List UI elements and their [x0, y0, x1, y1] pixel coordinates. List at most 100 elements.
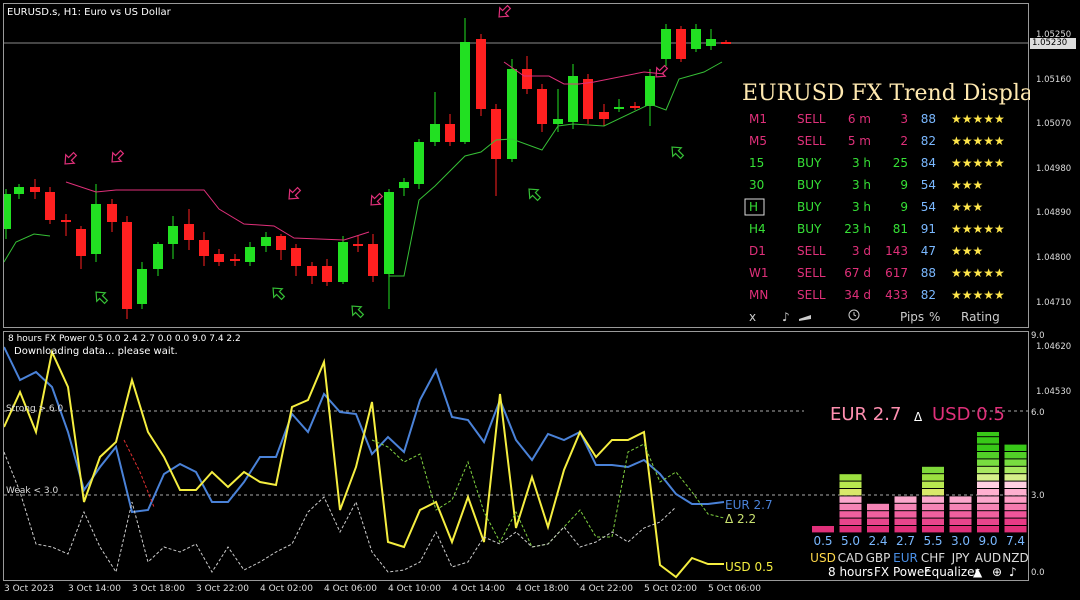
trend-row-h4: H4 BUY 23 h 81 91 ★★★★★: [749, 222, 1005, 236]
currency-strength-value: 0.5: [813, 534, 832, 548]
sell-arrow-icon: [64, 151, 78, 165]
trend-signal: SELL: [797, 134, 826, 148]
currency-label-eur: EUR: [893, 551, 918, 565]
mode-label[interactable]: Equalizer: [924, 565, 980, 579]
candle-body: [599, 112, 609, 119]
candle-body: [568, 76, 578, 122]
candle-body: [614, 107, 624, 109]
trend-close-button[interactable]: x: [749, 310, 756, 324]
equalizer-segment: [922, 474, 944, 481]
crosshair-icon[interactable]: ⊕: [992, 565, 1002, 579]
candle-body: [630, 106, 640, 108]
equalizer-segment: [922, 481, 944, 488]
candle-body: [199, 240, 209, 256]
equalizer-segment: [894, 518, 917, 525]
trend-rating: ★★★: [951, 178, 983, 192]
equalizer-segment: [949, 526, 972, 533]
candle-body: [76, 229, 86, 256]
buy-arrow-icon-shape: [95, 291, 109, 305]
trend-percent: 91: [921, 222, 936, 236]
equalizer-segment: [867, 511, 889, 518]
clock-icon: [848, 309, 860, 321]
candle-body: [476, 39, 486, 109]
time-tick-label: 4 Oct 02:00: [260, 584, 313, 594]
candle-body: [137, 269, 147, 304]
trend-row-15: 15 BUY 3 h 25 84 ★★★★★: [749, 156, 1005, 170]
currency-strength-value: 2.7: [896, 534, 915, 548]
current-price-label: 1.05230: [1030, 38, 1076, 49]
equalizer-segment: [894, 503, 917, 511]
candle-body: [184, 224, 194, 240]
equalizer-segment: [1004, 481, 1027, 488]
candle-body: [122, 222, 132, 309]
delta-line: [371, 439, 725, 548]
time-axis: 3 Oct 2023 3 Oct 14:00 3 Oct 18:00 3 Oct 22…: [0, 581, 1080, 600]
trend-row-30: 30 BUY 3 h 9 54 ★★★: [749, 178, 983, 192]
equalizer-segment: [839, 526, 862, 533]
trend-pips: 617: [885, 266, 908, 280]
candle-body: [414, 142, 424, 184]
candle-body: [430, 124, 440, 142]
up-arrow-icon[interactable]: ▲: [973, 565, 983, 579]
trend-timeframe: 30: [749, 178, 764, 192]
candle-body: [721, 42, 731, 44]
trend-percent: 84: [921, 156, 936, 170]
equalizer-segment: [1004, 511, 1027, 518]
indicator-axis: 9.0 6.0 3.0 0.0: [1028, 331, 1080, 581]
sell-arrow-icon-shape: [111, 149, 125, 163]
candle-body: [168, 226, 178, 244]
equalizer-segment: [894, 496, 917, 503]
candle-body: [706, 39, 716, 46]
trend-row-d1: D1 SELL 3 d 143 47 ★★★: [749, 244, 983, 258]
buy-arrow-icon: [351, 305, 365, 319]
trend-row-m5: M5 SELL 5 m 2 82 ★★★★★: [749, 134, 1005, 148]
equalizer-segment: [1004, 503, 1027, 511]
candle-body: [322, 266, 332, 282]
trend-signal: SELL: [797, 244, 826, 258]
trend-duration: 34 d: [844, 288, 871, 302]
candle-body: [491, 109, 501, 159]
trend-percent: 54: [921, 200, 936, 214]
equalizer-segment: [839, 489, 862, 496]
equalizer-segment: [1004, 466, 1027, 474]
trend-pips: 433: [885, 288, 908, 302]
music-icon[interactable]: ♪: [1009, 565, 1017, 579]
buy-arrow-icon-shape: [272, 287, 286, 301]
period-label: 8 hours: [828, 565, 873, 579]
equalizer-segment: [839, 518, 862, 525]
equalizer-segment: [977, 474, 999, 481]
equalizer-segment: [977, 511, 999, 518]
buy-arrow-icon-shape: [528, 188, 542, 202]
equalizer-segment: [977, 432, 999, 437]
indicator-tick-label: 6.0: [1031, 408, 1045, 418]
equalizer-segment: [1004, 452, 1027, 459]
sell-arrow-icon-shape: [64, 151, 78, 165]
rating-header: Rating: [961, 310, 1000, 324]
eur-strength-line: [4, 346, 725, 514]
candle-body: [245, 247, 255, 262]
candle-body: [353, 244, 363, 246]
pips-header: Pips: [900, 310, 924, 324]
indicator-title: 8 hours FX Power 0.5 0.0 2.4 2.7 0.0 0.0…: [8, 334, 241, 344]
candle-body: [399, 182, 409, 188]
equalizer-segment: [1004, 444, 1027, 451]
candle-body: [4, 194, 11, 229]
fx-power-panel[interactable]: 8 hours FX Power 0.5 0.0 2.4 2.7 0.0 0.0…: [3, 331, 1029, 581]
indicator-tick-label: 9.0: [1031, 331, 1045, 341]
equalizer-segment: [1004, 474, 1027, 481]
time-tick-label: 4 Oct 06:00: [324, 584, 377, 594]
wave-icon: [799, 315, 811, 321]
equalizer-segment: [1004, 526, 1027, 533]
equalizer-segment: [977, 466, 999, 474]
strong-threshold-label: Strong > 6.0: [6, 404, 64, 414]
music-icon: ♪: [782, 310, 790, 324]
trend-stop-line: [4, 233, 51, 263]
candle-body: [691, 29, 701, 49]
buy-arrow-icon: [671, 146, 685, 160]
trend-signal: BUY: [797, 178, 822, 192]
time-tick-label: 5 Oct 02:00: [644, 584, 697, 594]
weak-threshold-label: Weak < 3.0: [6, 486, 59, 496]
percent-header: %: [929, 310, 940, 324]
buy-arrow-icon-shape: [671, 146, 685, 160]
equalizer-segment: [922, 503, 944, 511]
